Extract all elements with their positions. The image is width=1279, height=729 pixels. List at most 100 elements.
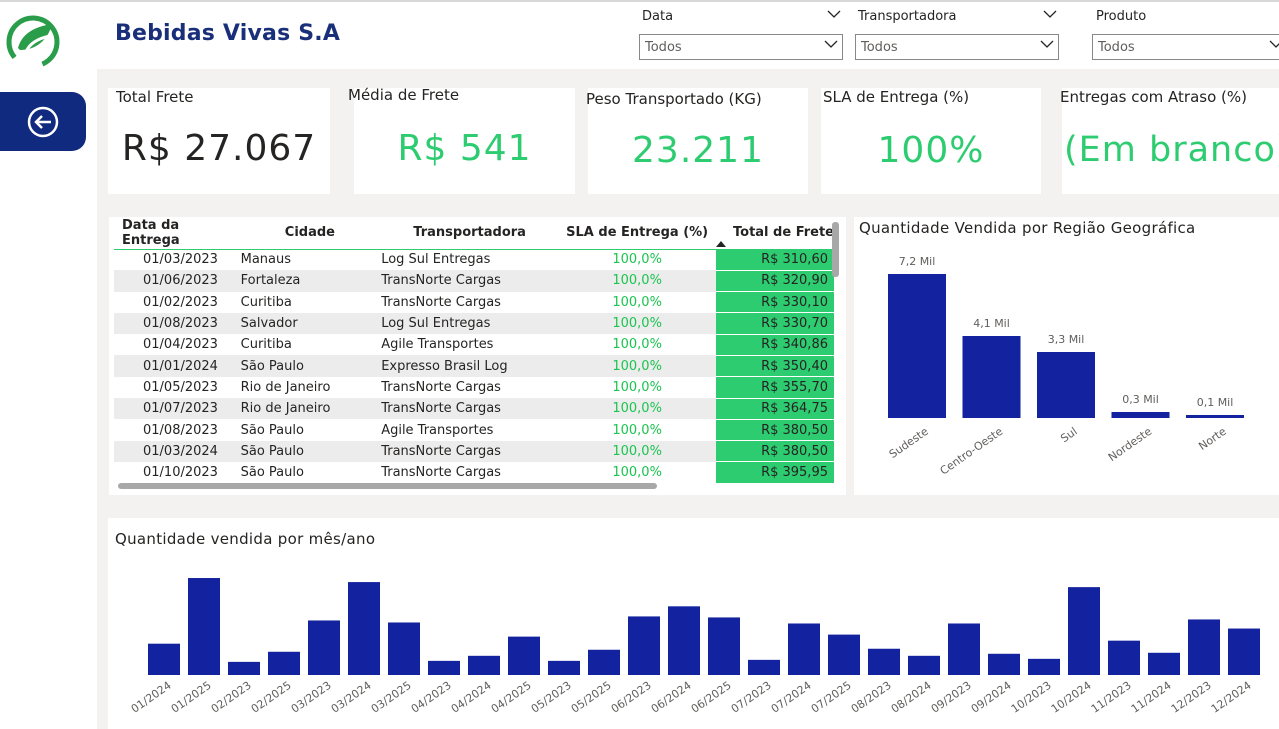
table-row[interactable]: 01/03/2023 Manaus Log Sul Entregas 100,0% R$… — [114, 249, 834, 271]
filter-produto[interactable]: Produto Todos — [1092, 7, 1279, 61]
chevron-down-icon — [1269, 40, 1279, 48]
bar[interactable] — [628, 616, 660, 675]
table-row[interactable]: 01/04/2023 Curitiba Agile Transportes 100,0… — [114, 334, 834, 356]
bar[interactable] — [268, 651, 300, 675]
kpi-title: Média de Frete — [348, 86, 460, 104]
kpi-card-media-frete: Média de Frete R$ 541 — [348, 86, 575, 194]
data-label: 3,3 Mil — [1048, 333, 1085, 346]
kpi-value: R$ 27.067 — [121, 128, 317, 169]
table-row[interactable]: 01/02/2023 Curitiba TransNorte Cargas 100,0… — [114, 291, 834, 314]
column-header[interactable]: SLA de Entrega (%) — [558, 217, 716, 249]
horizontal-scrollbar[interactable] — [118, 483, 657, 489]
bar[interactable] — [1108, 640, 1140, 675]
kpi-value: 100% — [877, 130, 985, 171]
bar[interactable] — [868, 648, 900, 675]
filter-value: Todos — [861, 40, 898, 55]
filter-transportadora[interactable]: Transportadora Todos — [855, 7, 1059, 61]
axis-tick-label: 02/2023 — [209, 679, 254, 716]
axis-tick-label: Centro-Oeste — [938, 425, 1006, 478]
bar[interactable] — [962, 336, 1021, 418]
bar[interactable] — [1186, 415, 1244, 418]
axis-tick-label: 03/2025 — [369, 679, 414, 716]
kpi-value: 23.211 — [632, 130, 764, 171]
table-body: 01/03/2023 Manaus Log Sul Entregas 100,0% R$… — [114, 249, 834, 484]
back-button[interactable] — [0, 92, 86, 151]
filter-label: Produto — [1096, 9, 1147, 24]
bar[interactable] — [308, 620, 340, 675]
bar[interactable] — [788, 623, 820, 675]
table-row[interactable]: 01/08/2023 São Paulo Agile Transportes 100,… — [114, 419, 834, 442]
cell-city: Rio de Janeiro — [238, 398, 382, 420]
bar[interactable] — [148, 643, 180, 675]
bar[interactable] — [228, 661, 260, 675]
bar[interactable] — [468, 655, 500, 675]
cell-date: 01/03/2023 — [143, 252, 218, 268]
bar[interactable] — [668, 606, 700, 675]
bar[interactable] — [1037, 352, 1095, 418]
chevron-down-icon[interactable] — [827, 9, 841, 19]
cell-city: Salvador — [238, 312, 382, 335]
bar[interactable] — [1028, 658, 1060, 675]
filter-dropdown[interactable]: Todos — [855, 34, 1059, 60]
cell-total-frete: R$ 340,86 — [716, 334, 834, 356]
column-header[interactable]: Cidade — [239, 217, 382, 249]
delivery-table: Data da Entrega Cidade Transportadora SL… — [109, 217, 846, 495]
axis-tick-label: 11/2024 — [1129, 679, 1174, 716]
cell-total-frete: R$ 310,60 — [716, 249, 834, 271]
axis-tick-label: 12/2023 — [1169, 679, 1214, 716]
axis-tick-label: 01/2024 — [129, 679, 174, 716]
axis-tick-label: Norte — [1196, 425, 1229, 453]
axis-tick-label: 08/2024 — [889, 679, 934, 716]
cell-date: 01/05/2023 — [143, 379, 218, 395]
bar[interactable] — [1188, 619, 1220, 675]
bar[interactable] — [348, 582, 380, 675]
bar[interactable] — [508, 636, 540, 675]
cell-total-frete: R$ 330,10 — [716, 291, 834, 314]
cell-sla: 100,0% — [558, 270, 717, 292]
bar[interactable] — [948, 623, 980, 675]
vertical-scrollbar[interactable] — [832, 222, 839, 277]
table-row[interactable]: 01/06/2023 Fortaleza TransNorte Cargas 100,… — [114, 270, 834, 293]
filter-dropdown[interactable]: Todos — [639, 34, 843, 60]
table-row[interactable]: 01/08/2023 Salvador Log Sul Entregas 100,0%… — [114, 312, 834, 335]
axis-tick-label: Sudeste — [887, 425, 931, 461]
bar[interactable] — [1228, 628, 1260, 675]
bar[interactable] — [828, 634, 860, 675]
column-header[interactable]: Data da Entrega — [114, 217, 239, 249]
bar[interactable] — [708, 617, 740, 675]
kpi-card-total-frete: Total Frete R$ 27.067 — [108, 88, 330, 194]
data-table: Data da Entrega Cidade Transportadora SL… — [114, 217, 834, 484]
filter-data[interactable]: Data Todos — [639, 7, 843, 61]
table-row[interactable]: 01/07/2023 Rio de Janeiro TransNorte Carga… — [114, 398, 834, 420]
bar[interactable] — [548, 660, 580, 675]
table-row[interactable]: 01/01/2024 São Paulo Expresso Brasil Log 10… — [114, 355, 834, 378]
bar[interactable] — [908, 655, 940, 675]
bar[interactable] — [588, 649, 620, 675]
cell-total-frete: R$ 380,50 — [716, 440, 834, 463]
bar[interactable] — [888, 274, 946, 418]
bar[interactable] — [1068, 587, 1100, 675]
cell-date: 01/10/2023 — [143, 465, 218, 481]
chevron-down-icon[interactable] — [1043, 9, 1057, 19]
region-bar-chart: 7,2 Mil Sudeste 4,1 Mil Centro-Oeste 3,3 Mil… — [887, 255, 1244, 478]
cell-date: 01/01/2024 — [114, 355, 239, 377]
sort-ascending-icon[interactable] — [716, 241, 727, 247]
bar[interactable] — [748, 659, 780, 675]
column-header[interactable]: Transportadora — [381, 217, 558, 249]
filter-dropdown[interactable]: Todos — [1092, 34, 1279, 60]
bar[interactable] — [188, 578, 220, 675]
column-header[interactable]: Total de Frete — [716, 217, 834, 249]
table-row[interactable]: 01/10/2023 São Paulo TransNorte Cargas 100,… — [114, 461, 834, 484]
bar[interactable] — [428, 660, 460, 675]
kpi-title: SLA de Entrega (%) — [823, 88, 970, 106]
bar[interactable] — [1148, 652, 1180, 675]
cell-date: 01/06/2023 — [114, 270, 239, 292]
bar[interactable] — [1111, 412, 1170, 418]
table-row[interactable]: 01/05/2023 Rio de Janeiro TransNorte Carga… — [114, 376, 834, 399]
table-row[interactable]: 01/03/2024 São Paulo TransNorte Cargas 100,… — [114, 440, 834, 463]
axis-tick-label: 02/2025 — [249, 679, 294, 716]
bar[interactable] — [388, 622, 420, 675]
bar[interactable] — [988, 653, 1020, 675]
kpi-card-atraso: Entregas com Atraso (%) (Em branco) — [1060, 88, 1279, 194]
axis-tick-label: 03/2023 — [289, 679, 334, 716]
